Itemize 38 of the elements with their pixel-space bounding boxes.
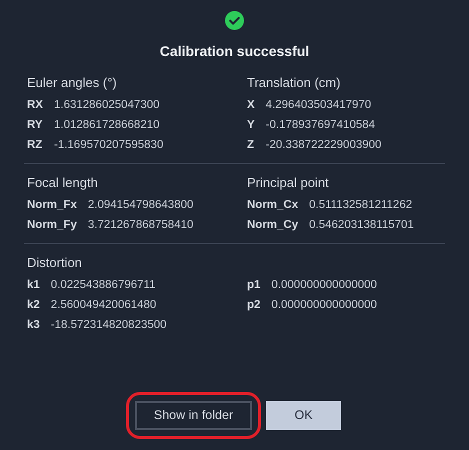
parameter-value: 1.631286025047300	[54, 98, 161, 113]
parameter-value: -20.338722229003900	[266, 138, 382, 153]
parameter-label: Norm_Cy	[247, 218, 298, 233]
parameter-label: RZ	[27, 138, 43, 153]
parameter-value: 0.000000000000000	[271, 278, 378, 293]
parameter-label: Norm_Cx	[247, 198, 298, 213]
parameter-value: 0.022543886796711	[50, 278, 156, 293]
section-heading: Translation (cm)	[247, 74, 342, 92]
ok-button[interactable]: OK	[266, 401, 341, 430]
parameter-label: k1	[27, 278, 40, 293]
parameter-label: k2	[27, 298, 40, 313]
parameter-label: Z	[247, 138, 255, 153]
dialog-title: Calibration successful	[160, 42, 310, 61]
show-in-folder-button[interactable]: Show in folder	[135, 401, 252, 430]
section-heading: Distortion	[27, 254, 83, 272]
section-heading: Focal length	[27, 174, 99, 192]
parameter-label: Norm_Fy	[27, 218, 77, 233]
section-heading: Principal point	[247, 174, 330, 192]
parameter-value: 1.012861728668210	[54, 118, 161, 133]
parameter-value: 0.511132581211262	[309, 198, 414, 213]
parameter-value: 0.546203138115701	[309, 218, 415, 233]
parameter-label: RX	[27, 98, 43, 113]
parameter-value: 4.296403503417970	[266, 98, 372, 113]
parameter-value: 3.721267868758410	[88, 218, 194, 233]
parameter-label: Y	[247, 118, 255, 133]
parameter-label: Norm_Fx	[27, 198, 77, 213]
parameter-value: -1.169570207595830	[54, 138, 164, 153]
section-heading: Euler angles (°)	[27, 74, 118, 92]
parameter-label: X	[247, 98, 255, 113]
parameter-label: p1	[247, 278, 260, 293]
parameter-value: -0.178937697410584	[266, 118, 376, 133]
parameter-label: k3	[27, 318, 40, 333]
parameter-label: p2	[247, 298, 260, 313]
parameter-value: 2.094154798643800	[88, 198, 194, 213]
parameter-value: 0.000000000000000	[271, 298, 378, 313]
parameter-value: -18.572314820823500	[50, 318, 168, 333]
parameter-label: RY	[27, 118, 43, 133]
parameter-value: 2.560049420061480	[50, 298, 158, 313]
